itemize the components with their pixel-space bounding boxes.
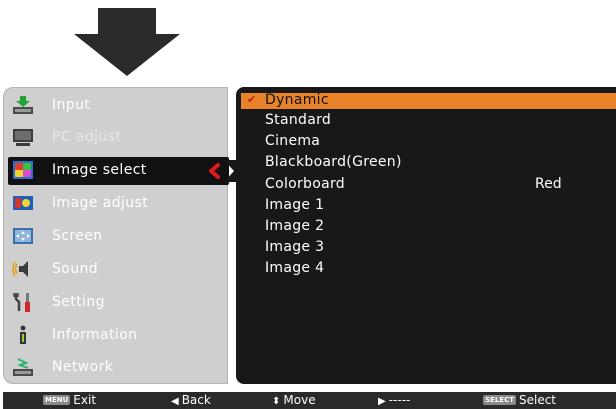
image-select-icon [13, 161, 33, 179]
image-select-submenu: ✔ Dynamic Standard Cinema Blackboard(Gre… [236, 87, 616, 384]
select-label: Select [518, 393, 557, 407]
right-arrow-icon: ▶ [378, 396, 386, 407]
menu-item-information[interactable]: Information [4, 322, 229, 350]
information-icon [20, 325, 26, 344]
input-icon [13, 96, 33, 114]
submenu-item-image-3[interactable]: Image 3 [236, 239, 616, 256]
exit-label: Exit [73, 393, 97, 407]
select-key-icon: SELECT [483, 395, 516, 405]
down-arrow-icon [74, 8, 180, 76]
image-adjust-icon [13, 196, 33, 210]
submenu-item-label: Blackboard(Green) [265, 154, 402, 170]
submenu-item-image-2[interactable]: Image 2 [236, 218, 616, 235]
submenu-item-label: Image 2 [265, 218, 325, 234]
up-down-arrow-icon: ⬍ [272, 396, 281, 407]
colorboard-value: Red [535, 176, 562, 192]
chevron-left-icon [209, 163, 220, 179]
move-label: Move [283, 393, 316, 407]
status-bar: MENU Exit ◀ Back ⬍ Move ▶ ----- SELECT Select [3, 392, 616, 409]
submenu-item-label: Dynamic [265, 92, 329, 108]
sound-icon [12, 261, 28, 277]
submenu-item-label: Image 4 [265, 260, 325, 276]
menu-item-network[interactable]: Network [4, 354, 229, 382]
menu-item-label: Network [52, 359, 114, 375]
menu-item-label: Screen [52, 228, 103, 244]
submenu-item-label: Cinema [265, 133, 321, 149]
back-label: Back [181, 393, 211, 407]
setting-icon [13, 293, 30, 312]
left-arrow-icon: ◀ [171, 396, 179, 407]
menu-item-label: Image adjust [52, 195, 149, 211]
menu-item-setting[interactable]: Setting [4, 289, 229, 317]
menu-item-label: Sound [52, 261, 99, 277]
menu-item-sound[interactable]: Sound [4, 256, 229, 284]
pc-adjust-icon [13, 129, 33, 146]
status-exit: MENU Exit [43, 393, 96, 407]
submenu-item-dynamic[interactable]: ✔ Dynamic [241, 92, 616, 109]
status-back: ◀ Back [171, 393, 211, 407]
network-icon [13, 358, 33, 376]
check-icon: ✔ [247, 93, 257, 106]
menu-item-screen[interactable]: Screen [4, 223, 229, 251]
menu-item-label: Setting [52, 294, 105, 310]
menu-item-label: PC adjust [52, 129, 122, 145]
submenu-item-standard[interactable]: Standard [236, 112, 616, 129]
next-label: ----- [388, 393, 411, 407]
status-next: ▶ ----- [378, 393, 410, 407]
submenu-item-cinema[interactable]: Cinema [236, 133, 616, 150]
submenu-item-label: Standard [265, 112, 332, 128]
main-menu: Input PC adjust Image select Image adjus… [3, 87, 229, 384]
menu-key-icon: MENU [43, 395, 71, 405]
submenu-item-label: Colorboard [265, 176, 345, 192]
menu-item-pc-adjust[interactable]: PC adjust [4, 124, 229, 152]
screen-icon [13, 228, 33, 244]
submenu-item-label: Image 3 [265, 239, 325, 255]
menu-item-image-adjust[interactable]: Image adjust [4, 190, 229, 218]
menu-item-label: Information [52, 327, 138, 343]
status-select: SELECT Select [483, 393, 556, 407]
submenu-item-label: Image 1 [265, 197, 325, 213]
menu-item-label: Input [52, 97, 91, 113]
submenu-item-image-1[interactable]: Image 1 [236, 197, 616, 214]
menu-item-label: Image select [52, 162, 147, 178]
submenu-item-blackboard-green[interactable]: Blackboard(Green) [236, 154, 616, 171]
submenu-item-image-4[interactable]: Image 4 [236, 260, 616, 277]
menu-item-input[interactable]: Input [4, 92, 229, 120]
status-move: ⬍ Move [272, 393, 316, 407]
menu-item-image-select[interactable]: Image select [8, 157, 229, 185]
submenu-item-colorboard[interactable]: Colorboard Red [236, 176, 616, 193]
